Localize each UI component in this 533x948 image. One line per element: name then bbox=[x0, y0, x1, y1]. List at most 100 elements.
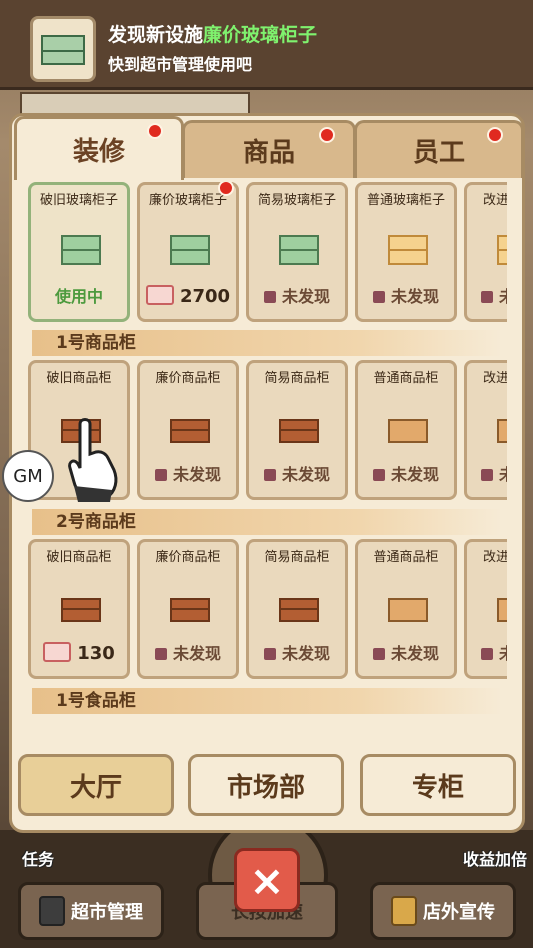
cash-icon bbox=[145, 285, 174, 305]
glass-cabinet-icon bbox=[170, 235, 210, 265]
card-price: 2700 bbox=[140, 282, 236, 307]
card-name: 破旧商品柜 bbox=[46, 550, 112, 565]
shelf-icon bbox=[388, 598, 428, 622]
card-status-label: 未发现 bbox=[281, 465, 330, 484]
facility-card-shelf2-4[interactable]: 普通商品柜 未发现 bbox=[355, 539, 457, 679]
supermarket-manage-button[interactable]: 超市管理 bbox=[18, 882, 164, 940]
section-header-shelf-2: 2号商品柜 bbox=[32, 509, 502, 535]
new-facility-notification[interactable]: 发现新设施廉价玻璃柜子 快到超市管理使用吧 bbox=[0, 0, 533, 90]
income-double-label[interactable]: 收益加倍 bbox=[463, 846, 527, 870]
facility-card-glass-3[interactable]: 简易玻璃柜子 未发现 bbox=[246, 182, 348, 322]
shelf-icon bbox=[61, 598, 101, 622]
outdoor-promo-label: 店外宣传 bbox=[423, 902, 495, 923]
card-status-locked: 未发现 bbox=[140, 640, 236, 664]
notification-title-prefix: 发现新设施 bbox=[108, 24, 204, 46]
megaphone-icon bbox=[391, 896, 417, 926]
facility-card-shelf1-5[interactable]: 改进 未 bbox=[464, 360, 507, 500]
lock-icon bbox=[372, 469, 385, 481]
card-status-label: 未 bbox=[499, 465, 507, 484]
lock-icon bbox=[263, 648, 276, 660]
card-status-label: 未发现 bbox=[172, 644, 221, 663]
card-name: 普通商品柜 bbox=[373, 550, 439, 565]
tab-bar: 装修 商品 员工 bbox=[12, 116, 524, 180]
glass-cabinet-icon bbox=[30, 16, 96, 82]
glass-cabinet-icon bbox=[279, 235, 319, 265]
outdoor-promo-button[interactable]: 店外宣传 bbox=[370, 882, 516, 940]
tab-decoration[interactable]: 装修 bbox=[14, 116, 184, 180]
notification-dot bbox=[319, 127, 335, 143]
card-status-label: 未发现 bbox=[281, 287, 330, 306]
card-status-locked: 未发现 bbox=[249, 461, 345, 485]
facility-card-shelf2-2[interactable]: 廉价商品柜 未发现 bbox=[137, 539, 239, 679]
section-header-shelf-1: 1号商品柜 bbox=[32, 330, 502, 356]
card-status-label: 未发现 bbox=[390, 287, 439, 306]
facility-card-glass-1[interactable]: 破旧玻璃柜子 使用中 bbox=[28, 182, 130, 322]
glass-cabinet-icon bbox=[388, 235, 428, 265]
close-button[interactable]: × bbox=[234, 848, 300, 912]
card-price-value: 2700 bbox=[179, 286, 231, 307]
facility-card-shelf1-4[interactable]: 普通商品柜 未发现 bbox=[355, 360, 457, 500]
card-status-locked: 未 bbox=[467, 461, 507, 485]
pointing-hand-icon bbox=[68, 418, 118, 502]
card-status-label: 未 bbox=[499, 287, 507, 306]
card-name: 破旧玻璃柜子 bbox=[39, 193, 118, 208]
facility-card-glass-5[interactable]: 改进玻 未 bbox=[464, 182, 507, 322]
lock-icon bbox=[481, 291, 493, 303]
card-status-locked: 未发现 bbox=[358, 640, 454, 664]
hall-tab-button[interactable]: 大厅 bbox=[18, 754, 174, 816]
card-status-label: 未发现 bbox=[390, 644, 439, 663]
shelf-icon bbox=[279, 419, 319, 443]
glass-cabinet-icon bbox=[497, 235, 507, 265]
facility-card-shelf2-1[interactable]: 破旧商品柜 130 bbox=[28, 539, 130, 679]
card-name: 廉价商品柜 bbox=[155, 371, 221, 386]
card-name: 改进玻 bbox=[483, 193, 507, 208]
facility-card-shelf1-3[interactable]: 简易商品柜 未发现 bbox=[246, 360, 348, 500]
glass-cabinet-icon bbox=[61, 235, 101, 265]
shelf-icon bbox=[170, 598, 210, 622]
section-header-food-1: 1号食品柜 bbox=[32, 688, 502, 714]
task-label[interactable]: 任务 bbox=[22, 846, 54, 870]
lock-icon bbox=[372, 291, 385, 303]
card-status-locked: 未发现 bbox=[358, 283, 454, 307]
card-name: 简易玻璃柜子 bbox=[257, 193, 336, 208]
tab-staff-label: 员工 bbox=[412, 138, 465, 168]
lock-icon bbox=[263, 291, 276, 303]
shelf-icon bbox=[497, 419, 507, 443]
card-name: 简易商品柜 bbox=[264, 550, 330, 565]
card-status-locked: 未发现 bbox=[358, 461, 454, 485]
counter-tab-button[interactable]: 专柜 bbox=[360, 754, 516, 816]
card-price: 130 bbox=[31, 639, 127, 664]
lock-icon bbox=[263, 469, 276, 481]
card-price-value: 130 bbox=[77, 643, 115, 664]
facility-card-glass-2[interactable]: 廉价玻璃柜子 2700 bbox=[137, 182, 239, 322]
gm-button[interactable]: GM bbox=[2, 450, 54, 502]
card-status-label: 未发现 bbox=[281, 644, 330, 663]
notification-subtitle: 快到超市管理使用吧 bbox=[108, 55, 253, 74]
facility-card-shelf1-2[interactable]: 廉价商品柜 未发现 bbox=[137, 360, 239, 500]
card-name: 改进 bbox=[483, 550, 507, 565]
card-name: 破旧商品柜 bbox=[46, 371, 112, 386]
tab-products[interactable]: 商品 bbox=[182, 120, 356, 178]
shelf-icon bbox=[279, 598, 319, 622]
shelf-icon bbox=[388, 419, 428, 443]
market-dept-tab-button[interactable]: 市场部 bbox=[188, 754, 344, 816]
card-name: 改进 bbox=[483, 371, 507, 386]
tab-staff[interactable]: 员工 bbox=[354, 120, 524, 178]
lock-icon bbox=[154, 648, 167, 660]
cabinet-icon-shape bbox=[41, 35, 85, 65]
lock-icon bbox=[481, 469, 493, 481]
lock-icon bbox=[481, 648, 493, 660]
facility-card-shelf2-3[interactable]: 简易商品柜 未发现 bbox=[246, 539, 348, 679]
card-name: 普通玻璃柜子 bbox=[366, 193, 445, 208]
facility-card-shelf2-5[interactable]: 改进 未 bbox=[464, 539, 507, 679]
tab-decoration-label: 装修 bbox=[72, 137, 125, 167]
cash-icon bbox=[43, 642, 72, 662]
card-status-locked: 未 bbox=[467, 283, 507, 307]
store-icon bbox=[39, 896, 65, 926]
card-name: 廉价商品柜 bbox=[155, 550, 221, 565]
notification-dot bbox=[147, 123, 163, 139]
notification-title: 发现新设施廉价玻璃柜子 bbox=[108, 20, 317, 47]
card-status-locked: 未发现 bbox=[249, 283, 345, 307]
shelf-icon bbox=[497, 598, 507, 622]
facility-card-glass-4[interactable]: 普通玻璃柜子 未发现 bbox=[355, 182, 457, 322]
